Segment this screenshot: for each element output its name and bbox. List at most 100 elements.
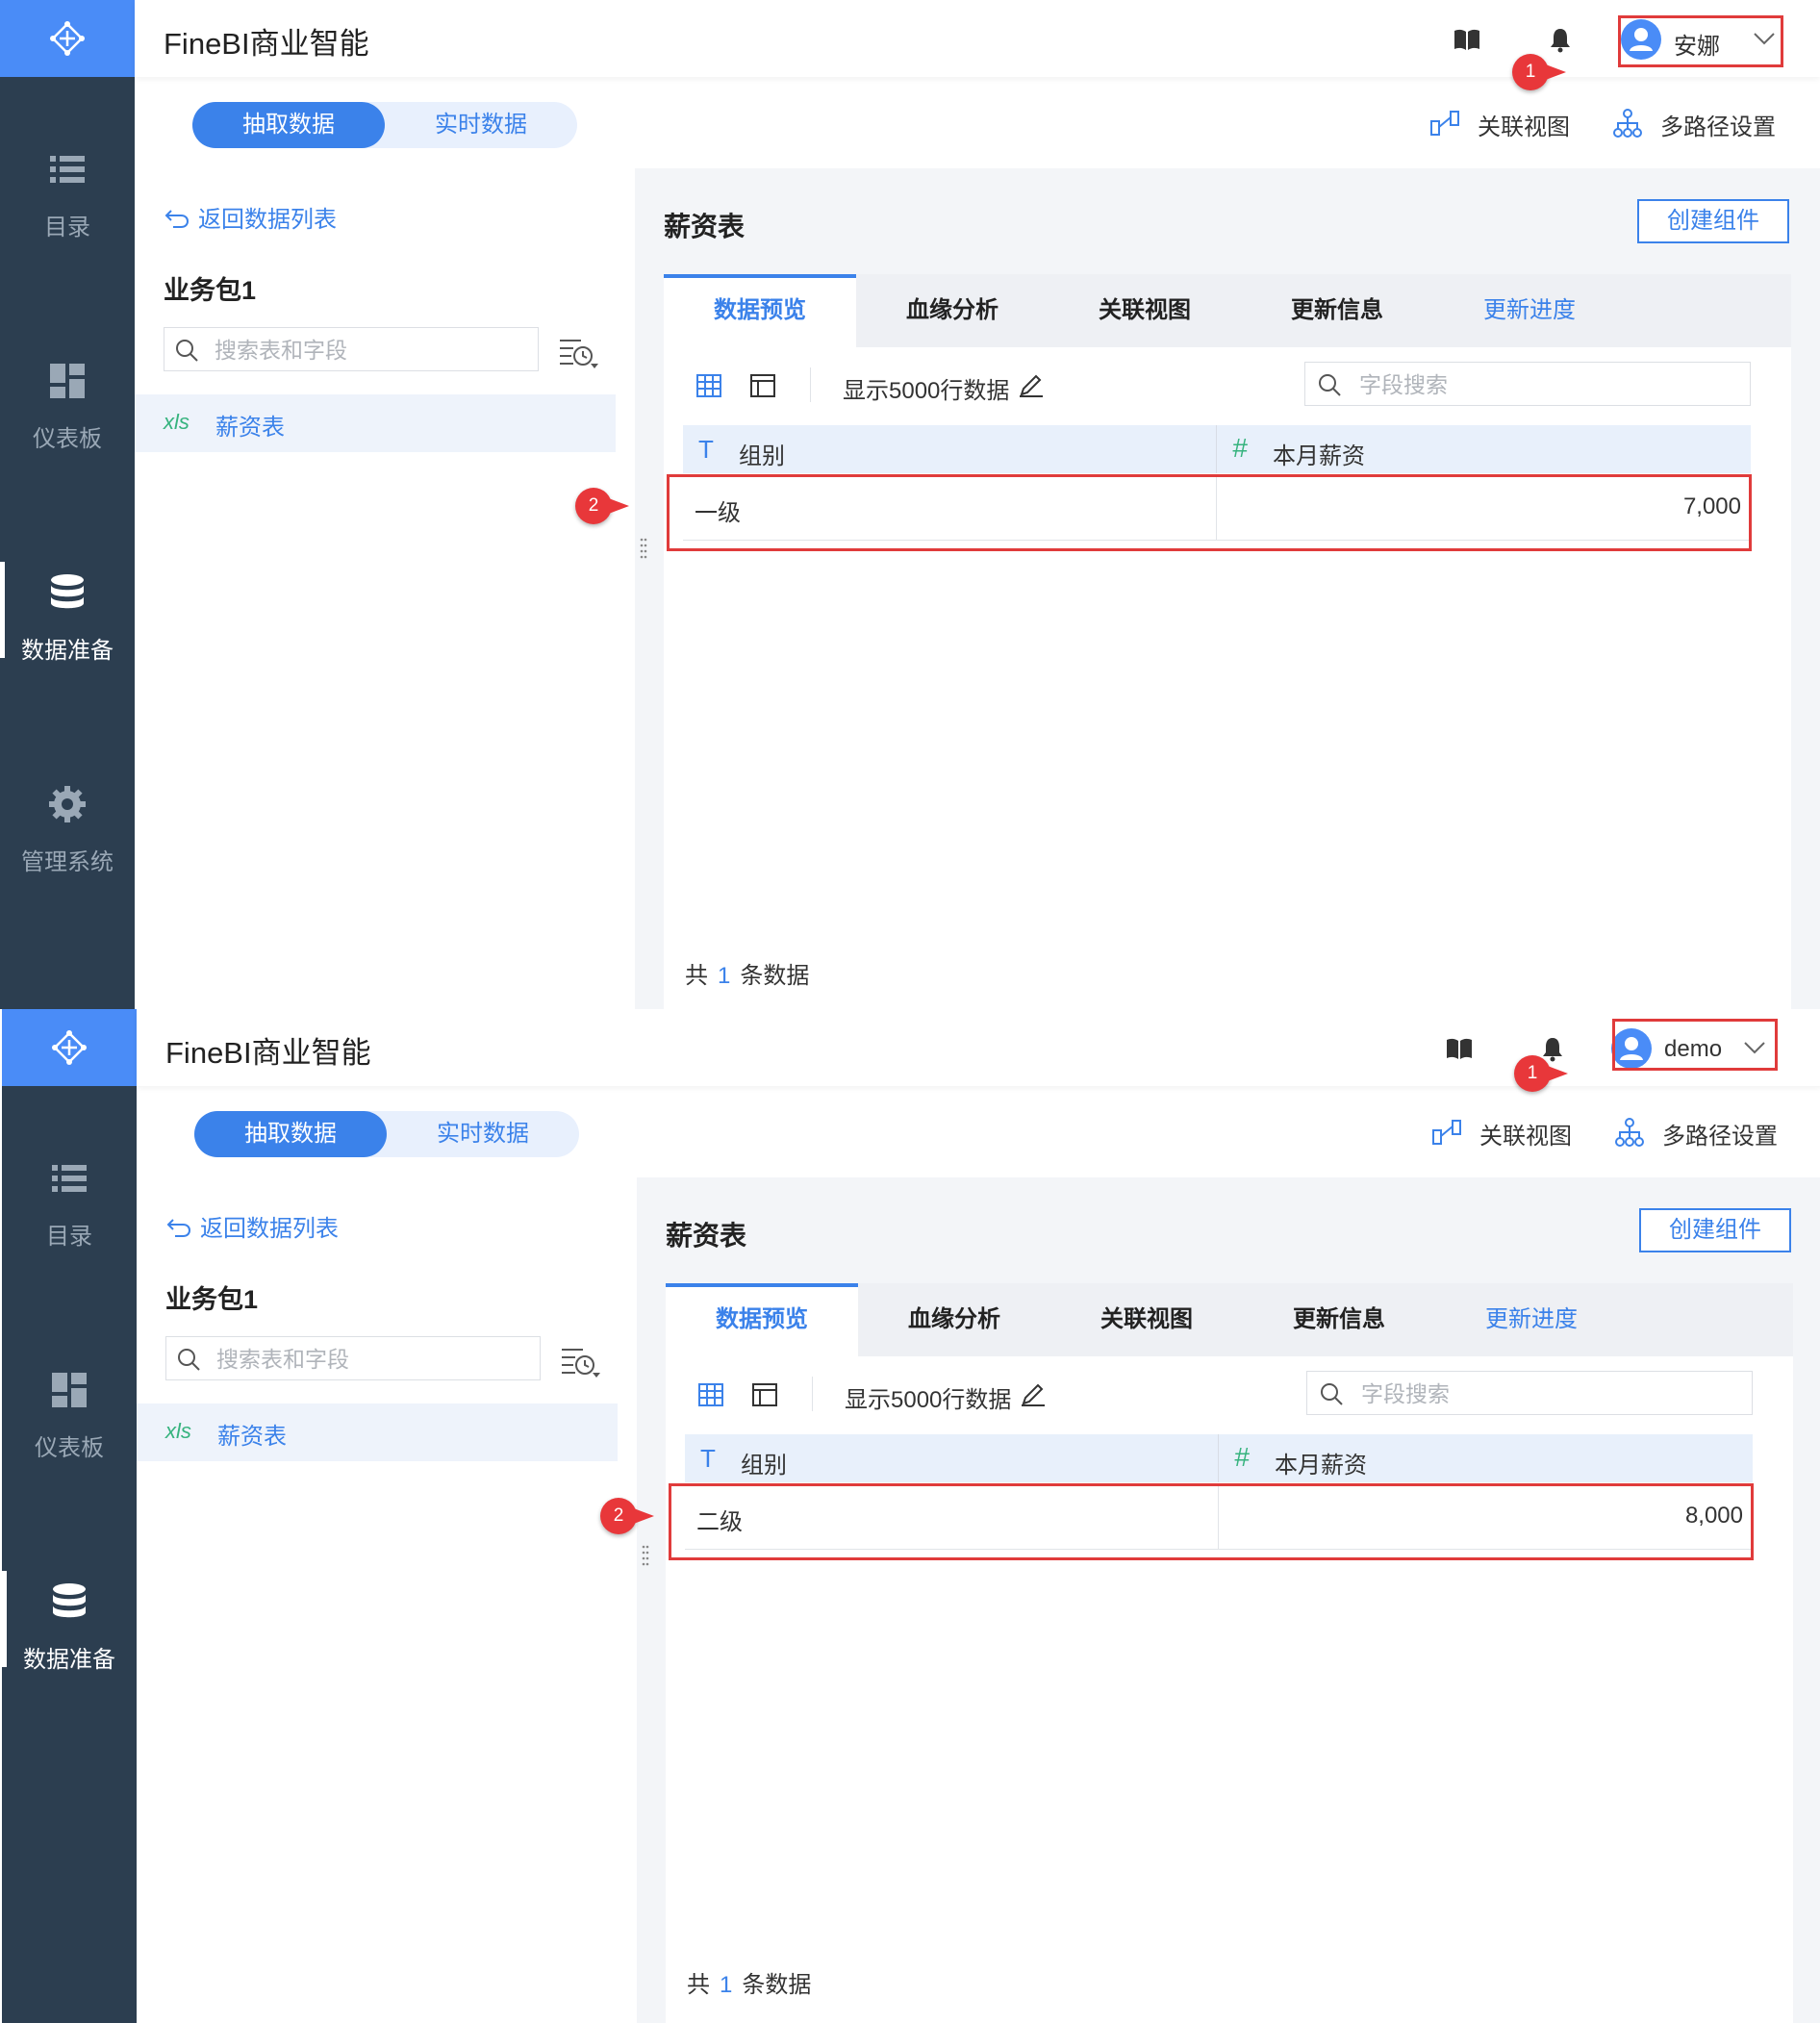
sidebar: 目录 仪表板 数据准备	[2, 1009, 137, 2023]
create-component-button[interactable]: 创建组件	[1639, 1208, 1791, 1252]
sidebar-item-label: 目录	[44, 215, 90, 240]
bell-icon[interactable]	[1546, 25, 1575, 54]
sidebar-item-admin[interactable]: 管理系统	[0, 785, 135, 929]
grid-view-icon[interactable]	[695, 371, 723, 400]
logo-icon	[52, 1030, 87, 1065]
tab-update-info[interactable]: 更新信息	[1241, 274, 1433, 347]
back-arrow-icon	[164, 210, 190, 228]
layout-view-icon[interactable]	[750, 1380, 779, 1409]
footer-count: 1	[718, 963, 731, 989]
back-to-list-link[interactable]: 返回数据列表	[165, 1209, 339, 1243]
callout-badge-1: 1	[1512, 54, 1566, 90]
column-header-salary[interactable]: # 本月薪资	[1217, 425, 1751, 473]
book-icon[interactable]	[1445, 1034, 1474, 1063]
resize-handle-icon[interactable]	[641, 1544, 650, 1567]
tab-update-progress[interactable]: 更新进度	[1433, 274, 1626, 347]
column-name: 本月薪资	[1275, 1453, 1367, 1479]
back-to-list-link[interactable]: 返回数据列表	[164, 200, 337, 234]
create-component-button[interactable]: 创建组件	[1637, 199, 1789, 243]
tab-data-preview[interactable]: 数据预览	[666, 1283, 858, 1356]
layout-view-icon[interactable]	[748, 371, 777, 400]
sidebar-item-label: 仪表板	[35, 1435, 104, 1461]
tab-relation-view[interactable]: 关联视图	[1049, 274, 1241, 347]
multipath-settings-label: 多路径设置	[1662, 1124, 1778, 1150]
tab-lineage[interactable]: 血缘分析	[856, 274, 1049, 347]
footer-prefix: 共	[685, 963, 708, 989]
back-arrow-icon	[166, 1219, 191, 1237]
sidebar-item-dashboard[interactable]: 仪表板	[2, 1371, 137, 1515]
tab-data-preview[interactable]: 数据预览	[664, 274, 856, 347]
sidebar-item-label: 管理系统	[21, 849, 114, 875]
tab-update-info[interactable]: 更新信息	[1243, 1283, 1435, 1356]
relation-view-icon	[1432, 1120, 1461, 1145]
app-logo[interactable]	[2, 1009, 137, 1086]
tab-update-progress[interactable]: 更新进度	[1435, 1283, 1628, 1356]
filter-history-icon[interactable]	[558, 335, 598, 369]
data-mode-toggle: 抽取数据 实时数据	[194, 1111, 579, 1157]
xls-file-icon: xls	[164, 410, 190, 434]
footer-suffix: 条数据	[742, 1972, 812, 1998]
edit-pencil-icon[interactable]	[1018, 371, 1045, 398]
app-title: FineBI商业智能	[165, 1036, 371, 1070]
table-title: 薪资表	[664, 212, 746, 241]
filter-history-icon[interactable]	[560, 1344, 600, 1378]
callout-badge-2: 2	[600, 1498, 654, 1534]
sidebar-item-data-prep[interactable]: 数据准备	[0, 562, 135, 718]
search-icon	[1319, 374, 1341, 396]
field-search-input[interactable]	[1359, 1378, 1748, 1410]
hierarchy-icon	[1615, 1118, 1644, 1147]
footer-prefix: 共	[687, 1972, 710, 1998]
app-title: FineBI商业智能	[164, 27, 369, 61]
relation-view-label: 关联视图	[1478, 114, 1570, 140]
relation-view-icon	[1430, 111, 1459, 136]
table-list-item[interactable]: xls 薪资表	[137, 1403, 618, 1461]
toggle-realtime-data[interactable]: 实时数据	[387, 1111, 579, 1157]
column-name: 组别	[741, 1453, 787, 1479]
column-header-group[interactable]: T 组别	[685, 1434, 1219, 1482]
toggle-realtime-data[interactable]: 实时数据	[385, 102, 577, 148]
dashboard-icon	[52, 1373, 87, 1407]
sidebar-item-data-prep[interactable]: 数据准备	[2, 1571, 137, 1727]
field-search-box	[1304, 362, 1751, 406]
xls-file-icon: xls	[165, 1419, 191, 1443]
number-type-icon: #	[1232, 433, 1248, 463]
toolbar-divider	[810, 367, 811, 402]
sidebar-item-dashboard[interactable]: 仪表板	[0, 362, 135, 506]
table-name: 薪资表	[215, 415, 285, 441]
table-search-input[interactable]	[215, 1343, 536, 1376]
back-link-label: 返回数据列表	[198, 207, 337, 233]
grid-view-icon[interactable]	[696, 1380, 725, 1409]
edit-pencil-icon[interactable]	[1020, 1380, 1047, 1407]
field-search-input[interactable]	[1357, 368, 1746, 401]
list-icon	[52, 1165, 87, 1192]
book-icon[interactable]	[1453, 25, 1481, 54]
sidebar-item-catalog[interactable]: 目录	[0, 150, 135, 294]
search-icon	[178, 1349, 200, 1371]
footer-suffix: 条数据	[740, 963, 810, 989]
list-icon	[50, 156, 85, 183]
data-mode-toggle: 抽取数据 实时数据	[192, 102, 577, 148]
highlight-box-user	[1618, 15, 1783, 67]
table-search-box	[165, 1336, 541, 1380]
toggle-extract-data[interactable]: 抽取数据	[194, 1111, 387, 1157]
number-type-icon: #	[1234, 1442, 1250, 1472]
table-name: 薪资表	[217, 1424, 287, 1450]
table-header-row: T 组别 # 本月薪资	[683, 425, 1751, 473]
tab-lineage[interactable]: 血缘分析	[858, 1283, 1050, 1356]
search-icon	[1321, 1383, 1343, 1405]
table-list-item[interactable]: xls 薪资表	[135, 394, 616, 452]
row-count-footer: 共 1 条数据	[685, 956, 809, 990]
sidebar-item-label: 仪表板	[33, 426, 102, 452]
package-title: 业务包1	[164, 276, 257, 305]
screenshot-panel-1: 目录 仪表板 数据准备 管理系统 FineBI商业智能 安娜 1 抽取数据 实时…	[0, 0, 1820, 1009]
database-icon	[51, 574, 84, 609]
tab-relation-view[interactable]: 关联视图	[1050, 1283, 1243, 1356]
resize-handle-icon[interactable]	[639, 537, 648, 560]
toggle-extract-data[interactable]: 抽取数据	[192, 102, 385, 148]
sidebar-item-catalog[interactable]: 目录	[2, 1159, 137, 1303]
highlight-box-row	[667, 474, 1752, 551]
column-header-salary[interactable]: # 本月薪资	[1219, 1434, 1753, 1482]
table-search-input[interactable]	[213, 334, 534, 367]
column-header-group[interactable]: T 组别	[683, 425, 1217, 473]
app-logo[interactable]	[0, 0, 135, 77]
